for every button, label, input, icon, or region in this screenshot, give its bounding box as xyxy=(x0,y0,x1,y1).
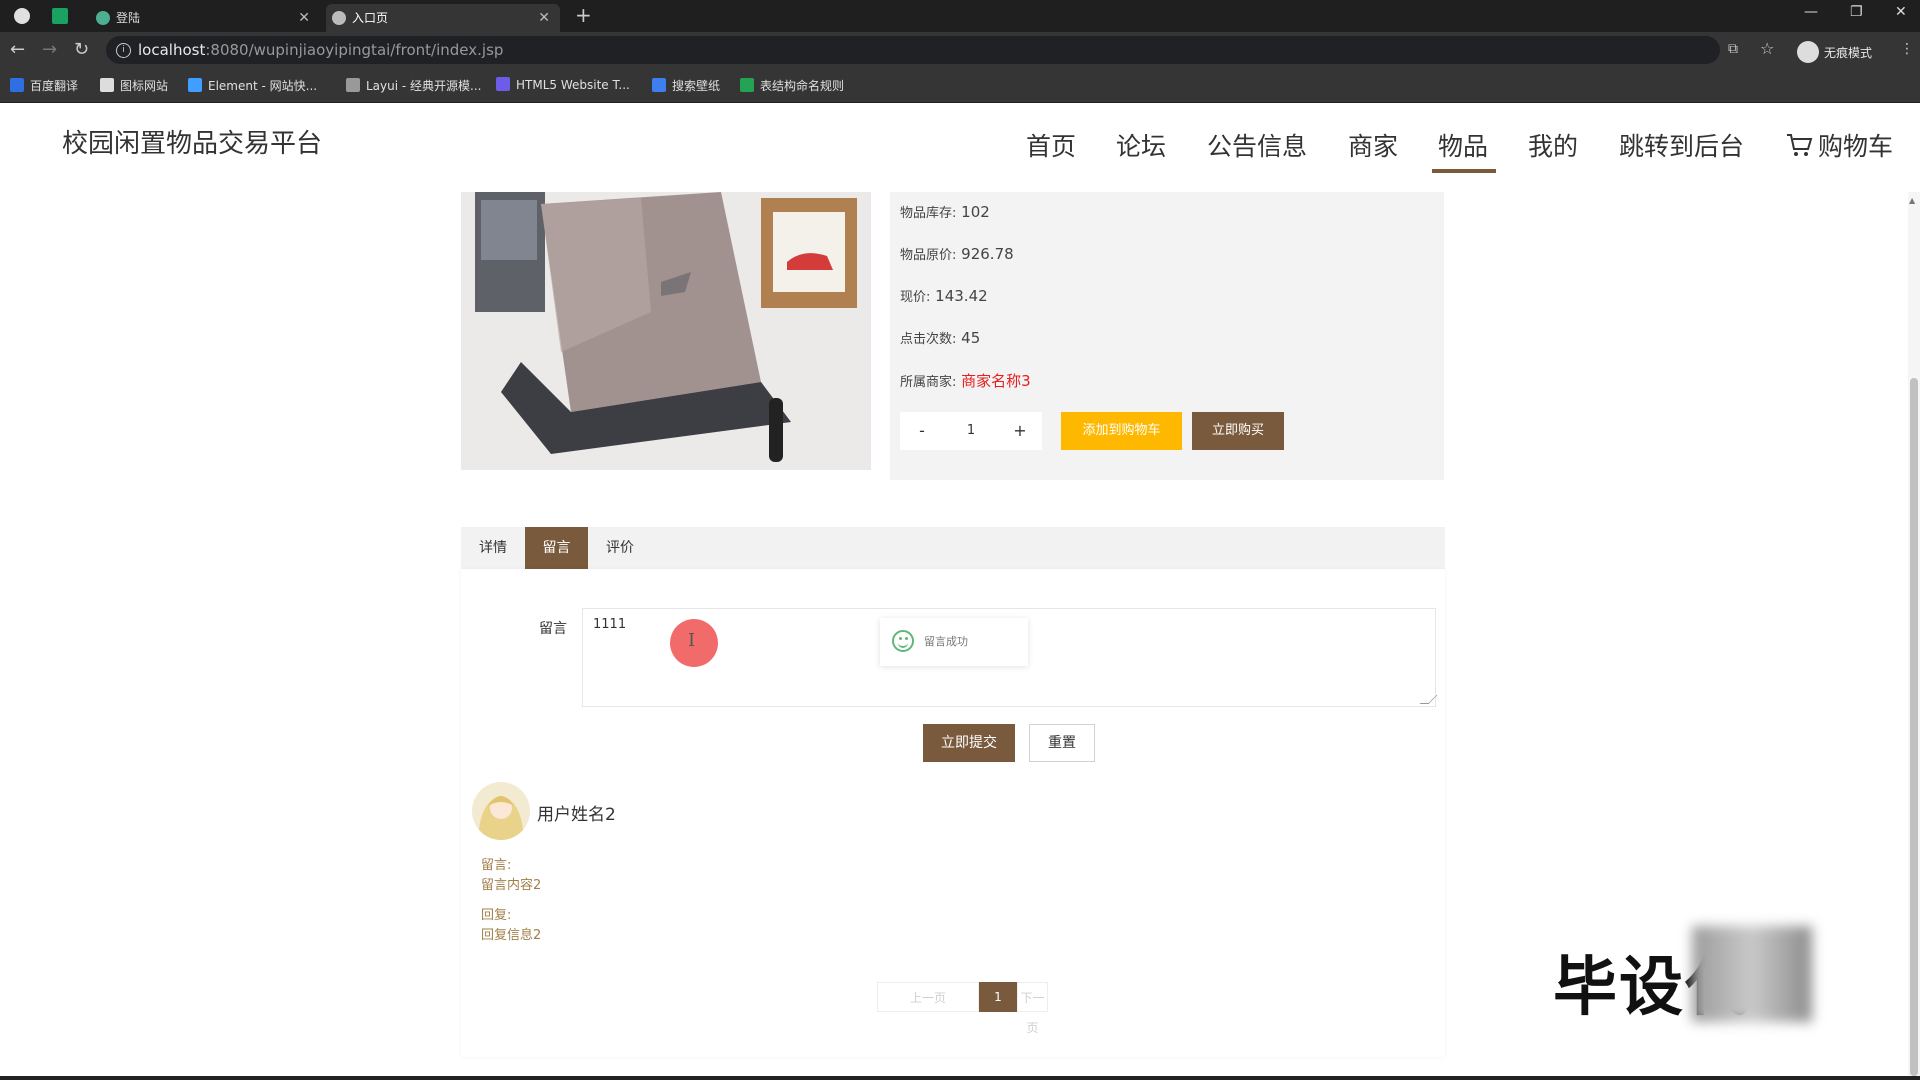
quantity-minus-button[interactable]: - xyxy=(900,412,944,450)
smile-icon xyxy=(892,630,914,652)
translate-icon[interactable]: ⧉ xyxy=(1728,41,1738,57)
address-bar[interactable]: i localhost:8080/wupinjiaoyipingtai/fron… xyxy=(106,36,1720,64)
scroll-up-icon[interactable]: ▲ xyxy=(1909,196,1915,205)
bookmark-item[interactable]: Layui - 经典开源模... xyxy=(346,77,481,94)
current-price-row: 现价: 143.42 xyxy=(900,287,988,305)
current-page[interactable]: 1 xyxy=(979,982,1017,1012)
close-tab-icon[interactable]: ✕ xyxy=(298,4,310,32)
next-page-button[interactable]: 下一页 xyxy=(1017,982,1048,1035)
chrome-icon[interactable] xyxy=(14,8,30,24)
quantity-input[interactable]: 1 xyxy=(944,412,998,450)
bookmark-item[interactable]: 百度翻译 xyxy=(10,77,78,94)
bookmark-icon xyxy=(100,78,114,92)
submit-button[interactable]: 立即提交 xyxy=(923,724,1015,762)
quantity-stepper: - 1 + xyxy=(900,412,1042,450)
bookmark-icon xyxy=(188,78,202,92)
stock-value: 102 xyxy=(961,203,990,221)
tab-favicon-icon xyxy=(96,11,110,25)
message-field-label: 留言 xyxy=(539,621,567,637)
forward-icon[interactable]: → xyxy=(42,39,57,60)
browser-tab-strip: 登陆 ✕ 入口页 ✕ + — ❐ ✕ xyxy=(0,0,1920,32)
nav-forum[interactable]: 论坛 xyxy=(1116,127,1166,163)
site-title: 校园闲置物品交易平台 xyxy=(62,129,323,159)
bookmark-item[interactable]: 表结构命名规则 xyxy=(740,77,844,94)
product-image xyxy=(461,192,871,470)
bookmark-icon xyxy=(346,78,360,92)
bookmark-item[interactable]: HTML5 Website T... xyxy=(496,77,630,92)
nav-merchants[interactable]: 商家 xyxy=(1348,127,1398,163)
current-price-value: 143.42 xyxy=(935,287,988,305)
cart-icon xyxy=(1787,134,1813,156)
tab-messages[interactable]: 留言 xyxy=(525,527,588,569)
bookmark-icon xyxy=(496,77,510,91)
incognito-label: 无痕模式 xyxy=(1824,46,1873,60)
bookmark-icon xyxy=(652,78,666,92)
laptop-photo xyxy=(461,192,871,470)
browser-tab-login[interactable]: 登陆 ✕ xyxy=(90,4,320,32)
avatar xyxy=(472,782,530,840)
close-tab-icon[interactable]: ✕ xyxy=(538,4,550,32)
url-host: localhost xyxy=(138,41,206,59)
bookmark-icon xyxy=(10,78,24,92)
bookmark-star-icon[interactable]: ☆ xyxy=(1760,39,1774,58)
original-price-value: 926.78 xyxy=(961,245,1014,263)
browser-toolbar: ← → ↻ i localhost:8080/wupinjiaoyipingta… xyxy=(0,32,1920,68)
bottom-edge xyxy=(0,1076,1920,1080)
globe-icon xyxy=(332,11,346,25)
product-info-panel: 物品库存: 102 物品原价: 926.78 现价: 143.42 点击次数: … xyxy=(890,192,1444,480)
browser-tab-home[interactable]: 入口页 ✕ xyxy=(326,4,560,32)
toast-text: 留言成功 xyxy=(924,635,968,648)
original-price-row: 物品原价: 926.78 xyxy=(900,245,1014,263)
text-cursor-icon: I xyxy=(688,630,696,651)
incognito-icon[interactable] xyxy=(1797,41,1819,63)
comment-message-text: 留言内容2 xyxy=(481,878,542,893)
nav-items[interactable]: 物品 xyxy=(1431,127,1497,173)
new-tab-icon[interactable]: + xyxy=(575,3,592,27)
bookmark-icon xyxy=(740,78,754,92)
tab-details[interactable]: 详情 xyxy=(461,527,525,569)
comment-username: 用户姓名2 xyxy=(537,805,616,825)
seller-link[interactable]: 商家名称3 xyxy=(961,372,1031,390)
menu-dots-icon[interactable]: ⋮ xyxy=(1900,41,1914,57)
comment-reply-text: 回复信息2 xyxy=(481,928,542,943)
watermark-blur xyxy=(1692,926,1812,1022)
reload-icon[interactable]: ↻ xyxy=(74,39,89,60)
stock-row: 物品库存: 102 xyxy=(900,203,990,221)
url-path: :8080/wupinjiaoyipingtai/front/index.jsp xyxy=(205,41,504,59)
success-toast: 留言成功 xyxy=(880,618,1028,666)
restore-icon[interactable]: ❐ xyxy=(1850,4,1863,20)
window-close-icon[interactable]: ✕ xyxy=(1895,4,1907,20)
nav-mine[interactable]: 我的 xyxy=(1528,127,1578,163)
bookmark-item[interactable]: 搜索壁纸 xyxy=(652,77,720,94)
add-to-cart-button[interactable]: 添加到购物车 xyxy=(1061,412,1182,450)
back-icon[interactable]: ← xyxy=(10,39,25,60)
nav-admin[interactable]: 跳转到后台 xyxy=(1619,127,1744,163)
tab-reviews[interactable]: 评价 xyxy=(588,527,652,569)
sheet-tab-icon[interactable] xyxy=(52,8,68,24)
quantity-plus-button[interactable]: + xyxy=(998,412,1042,450)
site-info-icon[interactable]: i xyxy=(116,43,131,58)
avatar-image xyxy=(472,782,530,840)
resize-handle-icon[interactable] xyxy=(1419,695,1438,704)
nav-home[interactable]: 首页 xyxy=(1026,127,1076,163)
buy-now-button[interactable]: 立即购买 xyxy=(1192,412,1284,450)
seller-row: 所属商家: 商家名称3 xyxy=(900,372,1031,390)
product-tabs: 详情 留言 评价 xyxy=(461,527,1445,569)
comment-reply-label: 回复: xyxy=(481,908,512,923)
nav-cart-label: 购物车 xyxy=(1818,132,1894,161)
bookmark-item[interactable]: 图标网站 xyxy=(100,77,168,94)
scrollbar-thumb[interactable] xyxy=(1910,378,1918,1076)
reset-button[interactable]: 重置 xyxy=(1029,724,1095,762)
nav-announcements[interactable]: 公告信息 xyxy=(1207,127,1307,163)
message-text: 1111 xyxy=(593,617,627,632)
prev-page-button[interactable]: 上一页 xyxy=(877,982,979,1012)
clicks-row: 点击次数: 45 xyxy=(900,329,981,347)
minimize-icon[interactable]: — xyxy=(1804,4,1818,20)
bookmarks-bar: 百度翻译 图标网站 Element - 网站快... Layui - 经典开源模… xyxy=(0,68,1920,103)
comment-message-label: 留言: xyxy=(481,858,512,873)
bookmark-item[interactable]: Element - 网站快... xyxy=(188,77,317,94)
nav-cart[interactable]: 购物车 xyxy=(1786,127,1893,163)
clicks-value: 45 xyxy=(961,329,981,347)
